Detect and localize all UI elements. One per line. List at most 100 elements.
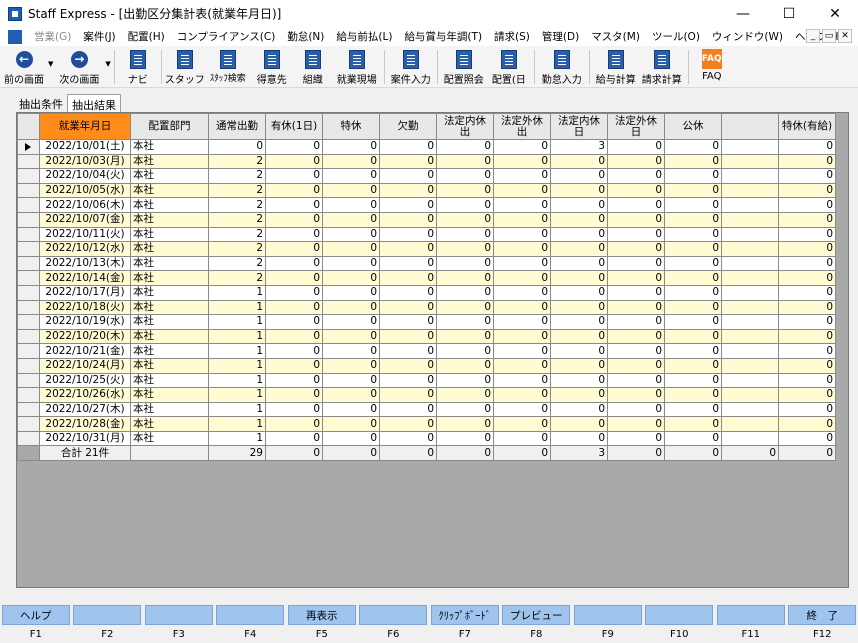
cell-paid-leave[interactable]: 0 — [265, 241, 323, 257]
next-screen-button[interactable]: → 次の画面 — [53, 46, 105, 88]
cell-special-paid-leave[interactable]: 0 — [778, 182, 836, 199]
cell-special-paid-leave[interactable]: 0 — [778, 197, 836, 213]
cell-nonlegal-holiday-work[interactable]: 0 — [493, 416, 551, 432]
cell-nonlegal-holiday[interactable]: 0 — [607, 401, 665, 418]
fkey-button-f5[interactable]: 再表示 — [287, 605, 356, 625]
cell-normal-work[interactable]: 1 — [208, 372, 266, 389]
row-header[interactable] — [17, 255, 40, 272]
cell-normal-work[interactable]: 2 — [208, 241, 266, 257]
cell-department[interactable]: 本社 — [130, 314, 209, 330]
table-row[interactable]: 2022/10/17(月) 本社 1 0 0 0 0 0 0 0 0 0 — [17, 284, 836, 301]
cell-nonlegal-holiday[interactable]: 0 — [607, 139, 665, 155]
row-header[interactable] — [17, 197, 40, 213]
cell-absence[interactable]: 0 — [379, 299, 437, 316]
cell-legal-holiday[interactable]: 0 — [550, 401, 608, 418]
table-row[interactable]: 2022/10/12(水) 本社 2 0 0 0 0 0 0 0 0 0 — [17, 241, 836, 257]
cell-date[interactable]: 2022/10/01(土) — [39, 139, 131, 155]
cell-absence[interactable]: 0 — [379, 182, 437, 199]
faq-button[interactable]: FAQ FAQ — [692, 46, 732, 88]
table-row[interactable]: 2022/10/07(金) 本社 2 0 0 0 0 0 0 0 0 0 — [17, 211, 836, 228]
table-row[interactable]: 2022/10/20(木) 本社 1 0 0 0 0 0 0 0 0 0 — [17, 328, 836, 345]
cell-public-holiday[interactable]: 0 — [664, 153, 722, 170]
cell-date[interactable]: 2022/10/17(月) — [39, 284, 131, 301]
cell-legal-holiday-work[interactable]: 0 — [436, 387, 494, 403]
col-header-normal-work[interactable]: 通常出勤 — [208, 113, 266, 140]
cell-nonlegal-holiday[interactable]: 0 — [607, 299, 665, 316]
table-row[interactable]: 2022/10/26(水) 本社 1 0 0 0 0 0 0 0 0 0 — [17, 387, 836, 403]
cell-special-paid-leave[interactable]: 0 — [778, 139, 836, 155]
cell-legal-holiday[interactable]: 0 — [550, 270, 608, 286]
cell-department[interactable]: 本社 — [130, 255, 209, 272]
cell-department[interactable]: 本社 — [130, 197, 209, 213]
cell-blank[interactable] — [721, 357, 779, 374]
cell-nonlegal-holiday[interactable]: 0 — [607, 211, 665, 228]
cell-special-leave[interactable]: 0 — [322, 387, 380, 403]
cell-nonlegal-holiday-work[interactable]: 0 — [493, 387, 551, 403]
attendance-input-button[interactable]: 勤怠入力 — [538, 46, 586, 88]
cell-special-leave[interactable]: 0 — [322, 357, 380, 374]
table-row[interactable]: 2022/10/11(火) 本社 2 0 0 0 0 0 0 0 0 0 — [17, 226, 836, 243]
table-row[interactable]: 2022/10/25(火) 本社 1 0 0 0 0 0 0 0 0 0 — [17, 372, 836, 389]
cell-special-leave[interactable]: 0 — [322, 416, 380, 432]
cell-nonlegal-holiday[interactable]: 0 — [607, 416, 665, 432]
cell-normal-work[interactable]: 1 — [208, 284, 266, 301]
cell-special-paid-leave[interactable]: 0 — [778, 211, 836, 228]
cell-date[interactable]: 2022/10/21(金) — [39, 343, 131, 359]
cell-nonlegal-holiday-work[interactable]: 0 — [493, 211, 551, 228]
row-header[interactable] — [17, 314, 40, 330]
cell-legal-holiday-work[interactable]: 0 — [436, 241, 494, 257]
cell-legal-holiday-work[interactable]: 0 — [436, 328, 494, 345]
cell-blank[interactable] — [721, 387, 779, 403]
col-header-date[interactable]: 就業年月日 — [39, 113, 131, 140]
fkey-button-f3[interactable] — [144, 605, 213, 625]
cell-special-leave[interactable]: 0 — [322, 241, 380, 257]
table-row[interactable]: 2022/10/19(水) 本社 1 0 0 0 0 0 0 0 0 0 — [17, 314, 836, 330]
cell-public-holiday[interactable]: 0 — [664, 211, 722, 228]
cell-paid-leave[interactable]: 0 — [265, 299, 323, 316]
menu-billing[interactable]: 請求(S) — [488, 29, 536, 44]
cell-legal-holiday[interactable]: 0 — [550, 182, 608, 199]
cell-date[interactable]: 2022/10/26(水) — [39, 387, 131, 403]
cell-special-paid-leave[interactable]: 0 — [778, 284, 836, 301]
cell-legal-holiday[interactable]: 0 — [550, 168, 608, 184]
cell-legal-holiday-work[interactable]: 0 — [436, 139, 494, 155]
row-header[interactable] — [17, 343, 40, 359]
cell-legal-holiday[interactable]: 0 — [550, 255, 608, 272]
cell-blank[interactable] — [721, 270, 779, 286]
cell-paid-leave[interactable]: 0 — [265, 226, 323, 243]
cell-normal-work[interactable]: 2 — [208, 226, 266, 243]
cell-date[interactable]: 2022/10/20(木) — [39, 328, 131, 345]
cell-special-paid-leave[interactable]: 0 — [778, 401, 836, 418]
cell-nonlegal-holiday-work[interactable]: 0 — [493, 197, 551, 213]
cell-legal-holiday-work[interactable]: 0 — [436, 255, 494, 272]
cell-special-paid-leave[interactable]: 0 — [778, 270, 836, 286]
cell-special-paid-leave[interactable]: 0 — [778, 372, 836, 389]
cell-normal-work[interactable]: 1 — [208, 357, 266, 374]
cell-special-paid-leave[interactable]: 0 — [778, 255, 836, 272]
table-row[interactable]: 2022/10/21(金) 本社 1 0 0 0 0 0 0 0 0 0 — [17, 343, 836, 359]
fkey-button-f11[interactable] — [716, 605, 785, 625]
cell-nonlegal-holiday-work[interactable]: 0 — [493, 430, 551, 447]
close-button[interactable]: ✕ — [812, 0, 858, 27]
navi-button[interactable]: ナビ — [118, 46, 158, 88]
cell-department[interactable]: 本社 — [130, 328, 209, 345]
cell-public-holiday[interactable]: 0 — [664, 387, 722, 403]
mdi-close-button[interactable]: ✕ — [838, 29, 852, 43]
cell-legal-holiday-work[interactable]: 0 — [436, 270, 494, 286]
cell-blank[interactable] — [721, 241, 779, 257]
cell-legal-holiday[interactable]: 0 — [550, 357, 608, 374]
cell-special-leave[interactable]: 0 — [322, 328, 380, 345]
cell-special-leave[interactable]: 0 — [322, 226, 380, 243]
cell-nonlegal-holiday-work[interactable]: 0 — [493, 153, 551, 170]
col-header-special-paid-leave[interactable]: 特休(有給) — [778, 113, 836, 140]
cell-paid-leave[interactable]: 0 — [265, 182, 323, 199]
cell-legal-holiday-work[interactable]: 0 — [436, 153, 494, 170]
cell-absence[interactable]: 0 — [379, 372, 437, 389]
cell-absence[interactable]: 0 — [379, 153, 437, 170]
cell-paid-leave[interactable]: 0 — [265, 314, 323, 330]
row-header[interactable] — [17, 401, 40, 418]
cell-special-paid-leave[interactable]: 0 — [778, 416, 836, 432]
cell-normal-work[interactable]: 1 — [208, 343, 266, 359]
cell-legal-holiday-work[interactable]: 0 — [436, 168, 494, 184]
cell-special-leave[interactable]: 0 — [322, 255, 380, 272]
